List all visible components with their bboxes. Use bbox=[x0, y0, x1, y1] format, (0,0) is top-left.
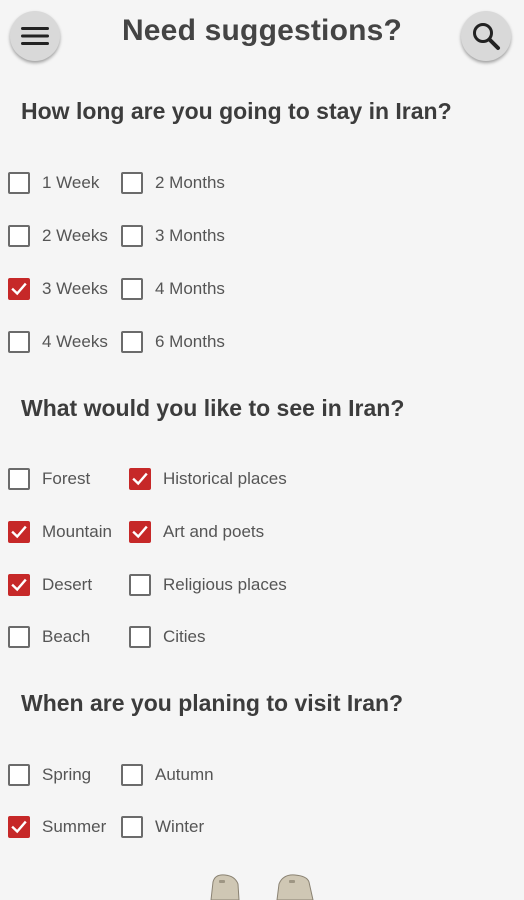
option-autumn[interactable]: Autumn bbox=[121, 760, 214, 790]
checkmark-icon bbox=[11, 820, 27, 834]
checkmark-icon bbox=[11, 282, 27, 296]
checkmark-icon bbox=[132, 472, 148, 486]
option-2-months[interactable]: 2 Months bbox=[121, 168, 225, 198]
checkbox[interactable] bbox=[121, 278, 143, 300]
option-winter[interactable]: Winter bbox=[121, 812, 204, 842]
option-label: Art and poets bbox=[163, 522, 265, 541]
option-label: 3 Months bbox=[155, 226, 225, 245]
checkbox[interactable] bbox=[129, 574, 151, 596]
option-summer[interactable]: Summer bbox=[8, 812, 106, 842]
checkbox[interactable] bbox=[121, 225, 143, 247]
page: Need suggestions? How long are you going… bbox=[0, 0, 524, 900]
option-4-months[interactable]: 4 Months bbox=[121, 274, 225, 304]
checkbox[interactable] bbox=[8, 331, 30, 353]
option-4-weeks[interactable]: 4 Weeks bbox=[8, 327, 108, 357]
option-label: Autumn bbox=[155, 765, 214, 784]
option-label: Desert bbox=[42, 575, 93, 594]
option-beach[interactable]: Beach bbox=[8, 622, 90, 652]
option-desert[interactable]: Desert bbox=[8, 570, 92, 600]
checkbox[interactable] bbox=[8, 521, 30, 543]
option-historical-places[interactable]: Historical places bbox=[129, 464, 287, 494]
checkbox[interactable] bbox=[8, 574, 30, 596]
checkbox[interactable] bbox=[8, 816, 30, 838]
checkbox[interactable] bbox=[129, 521, 151, 543]
checkbox[interactable] bbox=[8, 626, 30, 648]
option-spring[interactable]: Spring bbox=[8, 760, 91, 790]
option-mountain[interactable]: Mountain bbox=[8, 517, 112, 547]
question-interests: What would you like to see in Iran? bbox=[21, 395, 405, 421]
option-label: 4 Weeks bbox=[42, 332, 108, 351]
checkbox[interactable] bbox=[129, 468, 151, 490]
option-label: 6 Months bbox=[155, 332, 225, 351]
option-religious-places[interactable]: Religious places bbox=[129, 570, 287, 600]
option-label: Spring bbox=[42, 765, 92, 784]
option-cities[interactable]: Cities bbox=[129, 622, 206, 652]
checkbox[interactable] bbox=[121, 172, 143, 194]
checkbox[interactable] bbox=[121, 816, 143, 838]
checkbox[interactable] bbox=[8, 225, 30, 247]
option-art-and-poets[interactable]: Art and poets bbox=[129, 517, 264, 547]
checkbox[interactable] bbox=[121, 764, 143, 786]
checkmark-icon bbox=[11, 578, 27, 592]
checkbox[interactable] bbox=[121, 331, 143, 353]
option-label: Summer bbox=[42, 817, 107, 836]
decorative-statue-image bbox=[210, 874, 314, 900]
search-button[interactable] bbox=[461, 11, 511, 61]
checkmark-icon bbox=[132, 525, 148, 539]
checkbox[interactable] bbox=[129, 626, 151, 648]
option-3-months[interactable]: 3 Months bbox=[121, 221, 225, 251]
option-label: 2 Months bbox=[155, 173, 225, 192]
checkbox[interactable] bbox=[8, 278, 30, 300]
option-3-weeks[interactable]: 3 Weeks bbox=[8, 274, 108, 304]
option-label: 4 Months bbox=[155, 279, 225, 298]
checkmark-icon bbox=[11, 525, 27, 539]
checkbox[interactable] bbox=[8, 468, 30, 490]
option-label: Religious places bbox=[163, 575, 287, 594]
question-stay-duration: How long are you going to stay in Iran? bbox=[21, 98, 452, 124]
option-2-weeks[interactable]: 2 Weeks bbox=[8, 221, 108, 251]
option-label: Mountain bbox=[42, 522, 112, 541]
option-label: Winter bbox=[155, 817, 205, 836]
option-label: Cities bbox=[163, 627, 206, 646]
page-title: Need suggestions? bbox=[121, 14, 403, 47]
checkbox[interactable] bbox=[8, 172, 30, 194]
checkbox[interactable] bbox=[8, 764, 30, 786]
header: Need suggestions? bbox=[0, 0, 524, 72]
option-forest[interactable]: Forest bbox=[8, 464, 90, 494]
option-label: Beach bbox=[42, 627, 91, 646]
option-6-months[interactable]: 6 Months bbox=[121, 327, 225, 357]
option-1-week[interactable]: 1 Week bbox=[8, 168, 99, 198]
option-label: 3 Weeks bbox=[42, 279, 108, 298]
option-label: 1 Week bbox=[42, 173, 100, 192]
option-label: Historical places bbox=[163, 469, 287, 488]
question-season: When are you planing to visit Iran? bbox=[21, 690, 404, 716]
search-icon bbox=[473, 23, 500, 50]
option-label: Forest bbox=[42, 469, 91, 488]
option-label: 2 Weeks bbox=[42, 226, 108, 245]
